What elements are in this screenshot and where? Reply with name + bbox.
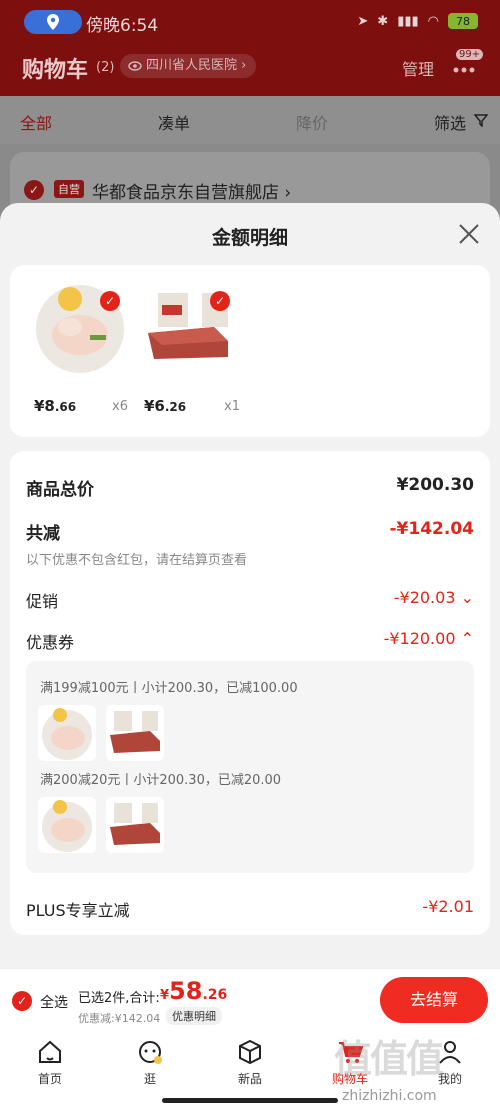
total-label: 商品总价: [26, 480, 94, 500]
status-icons: ➤ ✱ ▮▮▮ ◠ 78: [357, 13, 478, 29]
tab-filter[interactable]: 筛选: [434, 110, 466, 134]
item-check-1[interactable]: ✓: [100, 291, 120, 311]
product-thumbnails: ✓ ¥8.66 x6 ✓ ¥6.26 x1: [10, 265, 490, 437]
cart-header: 傍晚6:54 ➤ ✱ ▮▮▮ ◠ 78 购物车 (2) 四川省人民医院 › 管理…: [0, 0, 500, 96]
nav-home-label: 首页: [37, 1072, 62, 1086]
address-selector[interactable]: 四川省人民医院 ›: [120, 54, 257, 78]
reduce-value: -¥142.04: [389, 519, 475, 539]
tab-bundle[interactable]: 凑单: [158, 110, 190, 134]
bluetooth-icon: ✱: [377, 13, 389, 29]
self-operated-tag: 自营: [54, 180, 84, 198]
battery-icon: 78: [448, 13, 478, 29]
checkout-bar: ✓ 全选 已选2件,合计: ¥58.26 优惠减:¥142.04 优惠明细 去结…: [0, 968, 500, 1030]
promo-label: 促销: [26, 592, 59, 611]
manage-button[interactable]: 管理: [402, 56, 434, 80]
selected-summary: 已选2件,合计:: [78, 991, 160, 1006]
filter-icon[interactable]: [474, 113, 488, 127]
item-price-1: ¥8.66: [34, 397, 77, 415]
tab-all[interactable]: 全部: [20, 110, 52, 134]
item-qty-1: x6: [112, 399, 128, 414]
plus-label: PLUS专享立减: [26, 901, 130, 920]
coupon-line-1: 满199减100元丨小计200.30，已减100.00: [40, 681, 298, 696]
coupon-label: 优惠券: [26, 633, 75, 652]
watermark-logo: 值值值: [334, 1037, 444, 1081]
coupon-detail-box: 满199减100元丨小计200.30，已减100.00 满200减20元丨小计2…: [26, 661, 474, 873]
home-icon: [39, 1040, 61, 1063]
item-qty-2: x1: [224, 399, 240, 414]
promo-toggle[interactable]: -¥20.03 ⌄: [394, 588, 474, 607]
watermark-url: zhizhizhi.com: [342, 1088, 437, 1104]
signal-icon: ▮▮▮: [397, 13, 419, 29]
message-badge: 99+: [456, 49, 484, 60]
nav-browse-label: 逛: [143, 1072, 156, 1086]
coupon-1-chicken-image: [38, 705, 96, 761]
shop-checkbox[interactable]: ✓: [24, 180, 44, 200]
total-price: ¥58.26: [160, 977, 228, 1005]
nav-new[interactable]: 新品: [220, 1038, 280, 1087]
reduce-label: 共减: [26, 524, 60, 544]
location-pin-icon: [47, 14, 59, 30]
close-icon[interactable]: [458, 223, 480, 245]
cube-icon: [239, 1039, 261, 1065]
price-breakdown: 商品总价 ¥200.30 共减 -¥142.04 以下优惠不包含红包，请在结算页…: [10, 451, 490, 935]
status-bar: 傍晚6:54 ➤ ✱ ▮▮▮ ◠ 78: [0, 0, 500, 44]
cart-count: (2): [96, 60, 115, 75]
tab-price-drop[interactable]: 降价: [296, 110, 328, 134]
nav-home[interactable]: 首页: [20, 1038, 80, 1087]
wifi-icon: ◠: [427, 13, 439, 29]
address-text: 四川省人民医院: [146, 58, 238, 73]
page-title: 购物车: [22, 58, 89, 83]
checkout-button[interactable]: 去结算: [380, 977, 488, 1023]
browse-icon: [139, 1041, 162, 1064]
item-check-2[interactable]: ✓: [210, 291, 230, 311]
filter-tabs: 全部 凑单 降价 筛选: [0, 96, 500, 144]
navigation-icon: ➤: [357, 13, 369, 29]
discount-summary: 优惠减:¥142.04: [78, 1012, 161, 1025]
coupon-2-ham-image: [106, 797, 164, 853]
nav-new-label: 新品: [237, 1072, 262, 1086]
coupon-line-2: 满200减20元丨小计200.30，已减20.00: [40, 773, 282, 788]
coupon-toggle[interactable]: -¥120.00 ⌃: [384, 629, 474, 648]
shop-name[interactable]: 华都食品京东自营旗舰店 ›: [92, 178, 291, 203]
total-value: ¥200.30: [396, 475, 474, 495]
eye-icon: [128, 61, 142, 71]
nav-browse[interactable]: 逛: [120, 1038, 180, 1087]
coupon-2-chicken-image: [38, 797, 96, 853]
discount-detail-button[interactable]: 优惠明细: [166, 1007, 222, 1025]
home-indicator: [162, 1098, 338, 1103]
status-time: 傍晚6:54: [86, 16, 159, 36]
plus-value: -¥2.01: [422, 897, 474, 916]
select-all-label[interactable]: 全选: [40, 992, 68, 1012]
reduce-note: 以下优惠不包含红包，请在结算页查看: [26, 553, 248, 568]
coupon-1-ham-image: [106, 705, 164, 761]
select-all-checkbox[interactable]: ✓: [12, 991, 32, 1011]
sheet-title: 金额明细: [211, 227, 288, 249]
location-pill[interactable]: [24, 10, 82, 34]
item-price-2: ¥6.26: [144, 397, 187, 415]
